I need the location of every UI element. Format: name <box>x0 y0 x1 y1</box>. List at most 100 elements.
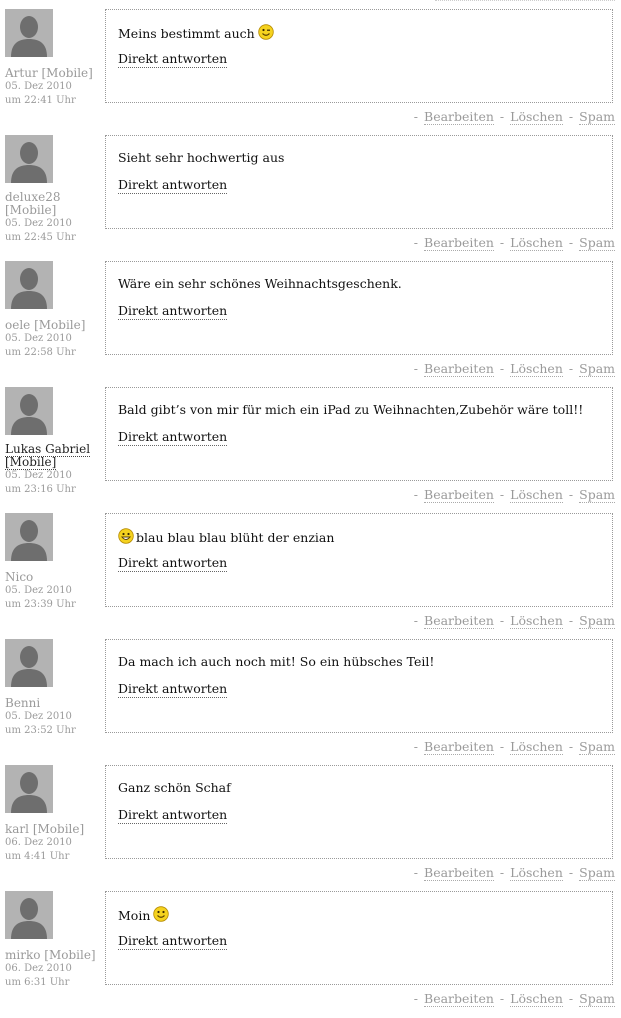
comment-meta: mirko [Mobile] 06. Dez 2010 um 6:31 Uhr <box>5 949 97 990</box>
edit-link[interactable]: Bearbeiten <box>424 361 494 377</box>
spam-link[interactable]: Spam <box>579 991 615 1007</box>
comment-author: Benni <box>5 696 41 710</box>
action-separator: - <box>568 991 574 1006</box>
avatar <box>5 765 53 813</box>
delete-link[interactable]: Löschen <box>510 991 563 1007</box>
delete-link[interactable]: Löschen <box>510 865 563 881</box>
comment-date: 06. Dez 2010 <box>5 837 72 848</box>
avatar <box>5 135 53 183</box>
comment-author-wrap: karl [Mobile] <box>5 823 97 836</box>
comment-actions: - Bearbeiten - Löschen - Spam <box>408 865 615 881</box>
action-separator: - <box>568 739 574 754</box>
comment-author-wrap: Artur [Mobile] <box>5 67 97 80</box>
comment-time: um 23:16 Uhr <box>5 484 76 495</box>
edit-link[interactable]: Bearbeiten <box>424 613 494 629</box>
comment-meta: Nico 05. Dez 2010 um 23:39 Uhr <box>5 571 97 612</box>
action-separator: - <box>568 361 574 376</box>
spam-link[interactable]: Spam <box>579 865 615 881</box>
reply-link[interactable]: Direkt antworten <box>118 681 228 698</box>
comment-author-wrap: oele [Mobile] <box>5 319 97 332</box>
comment-item: mirko [Mobile] 06. Dez 2010 um 6:31 Uhr Moi… <box>0 891 621 1017</box>
comment-body: Wäre ein sehr schönes Weihnachtsgeschenk… <box>105 261 613 355</box>
edit-link[interactable]: Bearbeiten <box>424 865 494 881</box>
smile-smiley-icon <box>153 906 170 926</box>
comment-time: um 23:39 Uhr <box>5 599 76 610</box>
comment-time: um 22:45 Uhr <box>5 232 76 243</box>
edit-link[interactable]: Bearbeiten <box>424 235 494 251</box>
comment-actions: - Bearbeiten - Löschen - Spam <box>408 361 615 377</box>
reply-link[interactable]: Direkt antworten <box>118 177 228 194</box>
comment-body: Sieht sehr hochwertig aus Direkt antworte… <box>105 135 613 229</box>
action-separator: - <box>568 109 574 124</box>
spam-link[interactable]: Spam <box>579 739 615 755</box>
comment-actions: - Bearbeiten - Löschen - Spam <box>408 739 615 755</box>
delete-link[interactable]: Löschen <box>510 235 563 251</box>
comment-actions: - Bearbeiten - Löschen - Spam <box>408 613 615 629</box>
comment-date: 05. Dez 2010 <box>5 81 72 92</box>
comment-author-wrap: Nico <box>5 571 97 584</box>
delete-link[interactable]: Löschen <box>510 361 563 377</box>
comment-text-content: Da mach ich auch noch mit! So ein hübsch… <box>118 654 435 669</box>
comment-meta: oele [Mobile] 05. Dez 2010 um 22:58 Uhr <box>5 319 97 360</box>
grin-smiley-icon <box>118 528 134 548</box>
comment-text: Wäre ein sehr schönes Weihnachtsgeschenk… <box>118 276 402 292</box>
spam-link[interactable]: Spam <box>579 487 615 503</box>
edit-link[interactable]: Bearbeiten <box>424 109 494 125</box>
comment-text: Bald gibt’s von mir für mich ein iPad zu… <box>118 402 583 418</box>
avatar <box>5 513 53 561</box>
comment-date: 06. Dez 2010 <box>5 963 72 974</box>
comment-body: Ganz schön Schaf Direkt antworten <box>105 765 613 859</box>
edit-link[interactable]: Bearbeiten <box>424 991 494 1007</box>
comment-body: Moin Direkt antworten <box>105 891 613 985</box>
spam-link[interactable]: Spam <box>579 361 615 377</box>
action-separator: - <box>499 109 505 124</box>
comment-author: Nico <box>5 570 34 584</box>
comment-actions: - Bearbeiten - Löschen - Spam <box>408 487 615 503</box>
action-separator: - <box>499 991 505 1006</box>
delete-link[interactable]: Löschen <box>510 487 563 503</box>
action-separator: - <box>568 235 574 250</box>
comment-item: deluxe28 [Mobile] 05. Dez 2010 um 22:45 Uh… <box>0 135 621 261</box>
comment-body: Meins bestimmt auch Direkt antworten <box>105 9 613 103</box>
comment-date: 05. Dez 2010 <box>5 585 72 596</box>
reply-link[interactable]: Direkt antworten <box>118 303 228 320</box>
avatar <box>5 261 53 309</box>
action-separator: - <box>499 865 505 880</box>
reply-link[interactable]: Direkt antworten <box>118 429 228 446</box>
comment-text-content: Sieht sehr hochwertig aus <box>118 150 285 165</box>
comment-date: 05. Dez 2010 <box>5 218 72 229</box>
comment-actions: - Bearbeiten - Löschen - Spam <box>408 991 615 1007</box>
action-separator: - <box>413 613 419 628</box>
spam-link[interactable]: Spam <box>579 235 615 251</box>
delete-link[interactable]: Löschen <box>510 739 563 755</box>
comment-author: oele [Mobile] <box>5 318 86 332</box>
comment-text-content: Meins bestimmt auch <box>118 26 255 41</box>
action-separator: - <box>568 613 574 628</box>
comment-body: Bald gibt’s von mir für mich ein iPad zu… <box>105 387 613 481</box>
action-separator: - <box>413 235 419 250</box>
spam-link[interactable]: Spam <box>579 613 615 629</box>
reply-link[interactable]: Direkt antworten <box>118 555 228 572</box>
action-separator: - <box>413 487 419 502</box>
comment-author[interactable]: Lukas Gabriel [Mobile] <box>5 442 91 470</box>
spam-link[interactable]: Spam <box>579 109 615 125</box>
comment-text-content: Wäre ein sehr schönes Weihnachtsgeschenk… <box>118 276 402 291</box>
action-separator: - <box>413 865 419 880</box>
delete-link[interactable]: Löschen <box>510 613 563 629</box>
action-separator: - <box>499 613 505 628</box>
reply-link[interactable]: Direkt antworten <box>118 807 228 824</box>
delete-link[interactable]: Löschen <box>510 109 563 125</box>
comment-text: blau blau blau blüht der enzian <box>118 528 334 548</box>
comment-text: Moin <box>118 906 170 926</box>
comment-actions: - Bearbeiten - Löschen - Spam <box>408 109 615 125</box>
action-separator: - <box>499 739 505 754</box>
edit-link[interactable]: Bearbeiten <box>424 487 494 503</box>
action-separator: - <box>413 739 419 754</box>
reply-link[interactable]: Direkt antworten <box>118 51 228 68</box>
edit-link[interactable]: Bearbeiten <box>424 739 494 755</box>
comment-text: Sieht sehr hochwertig aus <box>118 150 284 166</box>
comment-author-wrap: Benni <box>5 697 97 710</box>
reply-link[interactable]: Direkt antworten <box>118 933 228 950</box>
comment-actions: - Bearbeiten - Löschen - Spam <box>408 235 615 251</box>
action-separator: - <box>499 361 505 376</box>
